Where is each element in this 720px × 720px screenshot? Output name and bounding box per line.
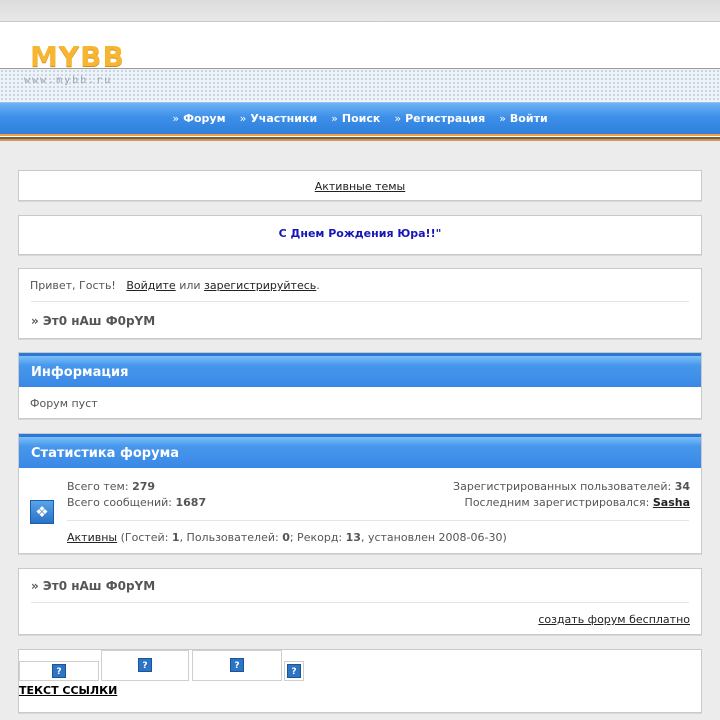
- nav-item-search[interactable]: » Поиск: [331, 112, 380, 125]
- stats-right: Зарегистрированных пользователей: 34 Пос…: [453, 479, 690, 511]
- broken-image-icon: ?: [287, 664, 301, 678]
- register-link[interactable]: зарегистрируйтесь: [204, 279, 316, 292]
- announcement-text: С Днем Рождения Юра!!": [278, 227, 442, 240]
- text-link[interactable]: ТЕКСТ ССЫЛКИ: [19, 684, 117, 697]
- welcome-box: Привет, Гость! Войдите или зарегистрируй…: [18, 268, 702, 339]
- banner-slot-1[interactable]: ?: [19, 661, 99, 681]
- nav-stripes: [0, 134, 720, 141]
- footer-breadcrumb[interactable]: » Эт0 нАш Ф0рYМ: [19, 569, 701, 602]
- site-logo[interactable]: MYBB: [30, 40, 125, 73]
- topics-value: 279: [132, 480, 156, 493]
- stats-left: Всего тем: 279 Всего сообщений: 1687: [67, 479, 206, 511]
- nav-marker-icon: »: [499, 112, 506, 125]
- registered-value: 34: [674, 480, 690, 493]
- info-text: Форум пуст: [30, 397, 98, 410]
- stats-body: ❖ Всего тем: 279 Всего сообщений: 1687 З…: [19, 468, 701, 524]
- posts-value: 1687: [175, 496, 207, 509]
- footer-box: » Эт0 нАш Ф0рYМ создать форум бесплатно: [18, 568, 702, 635]
- create-forum-link[interactable]: создать форум бесплатно: [538, 613, 690, 626]
- or-text: или: [179, 279, 201, 292]
- active-topics-link[interactable]: Активные темы: [315, 180, 406, 193]
- create-forum-row: создать форум бесплатно: [19, 603, 701, 626]
- info-box: Информация Форум пуст: [18, 352, 702, 419]
- top-strip: [0, 0, 720, 22]
- active-users-link[interactable]: Активны: [67, 531, 117, 544]
- main-nav: » Форум » Участники » Поиск » Регистрация » В…: [0, 102, 720, 134]
- period-text: .: [316, 279, 320, 292]
- guests-value: 1: [171, 531, 180, 544]
- info-title: Информация: [19, 353, 701, 387]
- login-link[interactable]: Войдите: [126, 279, 175, 292]
- nav-item-members[interactable]: » Участники: [240, 112, 318, 125]
- guests-label: (Гостей:: [120, 531, 169, 544]
- stats-people-icon: ❖: [30, 500, 54, 524]
- active-topics-box: Активные темы: [18, 170, 702, 201]
- announcement-box: С Днем Рождения Юра!!": [18, 215, 702, 255]
- banner-slot-3[interactable]: ?: [192, 650, 282, 681]
- nav-item-register[interactable]: » Регистрация: [394, 112, 485, 125]
- welcome-line: Привет, Гость! Войдите или зарегистрируй…: [19, 269, 701, 301]
- stats-row: Всего тем: 279 Всего сообщений: 1687 Зар…: [19, 468, 701, 511]
- users-value: 0: [282, 531, 290, 544]
- site-header: MYBB www.mybb.ru: [0, 22, 720, 102]
- record-value: 13: [345, 531, 361, 544]
- nav-item-forum[interactable]: » Форум: [172, 112, 225, 125]
- last-registered-user-link[interactable]: Sasha: [653, 496, 690, 509]
- nav-marker-icon: »: [331, 112, 338, 125]
- broken-image-icon: ?: [230, 658, 244, 672]
- banner-slot-4[interactable]: ?: [284, 661, 304, 681]
- banners-box: ? ? ? ? ТЕКСТ ССЫЛКИ: [18, 649, 702, 713]
- topics-label: Всего тем:: [67, 480, 129, 493]
- broken-image-icon: ?: [52, 664, 66, 678]
- record-tail: , установлен 2008-06-30): [360, 531, 507, 544]
- banner-slot-2[interactable]: ?: [101, 650, 189, 681]
- nav-item-login[interactable]: » Войти: [499, 112, 547, 125]
- stats-title: Статистика форума: [19, 434, 701, 468]
- active-users-line: Активны (Гостей: 1, Пользователей: 0; Ре…: [19, 521, 701, 544]
- logo-url: www.mybb.ru: [24, 75, 113, 86]
- broken-image-icon: ?: [138, 658, 152, 672]
- greeting-text: Привет, Гость!: [30, 279, 116, 292]
- posts-label: Всего сообщений:: [67, 496, 172, 509]
- nav-marker-icon: »: [239, 112, 247, 125]
- stats-box: Статистика форума ❖ Всего тем: 279 Всего…: [18, 433, 702, 554]
- record-label: ; Рекорд:: [289, 531, 343, 544]
- users-label: , Пользователей:: [179, 531, 279, 544]
- last-registered-label: Последним зарегистрировался:: [464, 496, 650, 509]
- breadcrumb[interactable]: » Эт0 нАш Ф0рYМ: [19, 302, 701, 328]
- nav-marker-icon: »: [172, 112, 180, 125]
- registered-label: Зарегистрированных пользователей:: [453, 480, 672, 493]
- nav-marker-icon: »: [394, 112, 402, 125]
